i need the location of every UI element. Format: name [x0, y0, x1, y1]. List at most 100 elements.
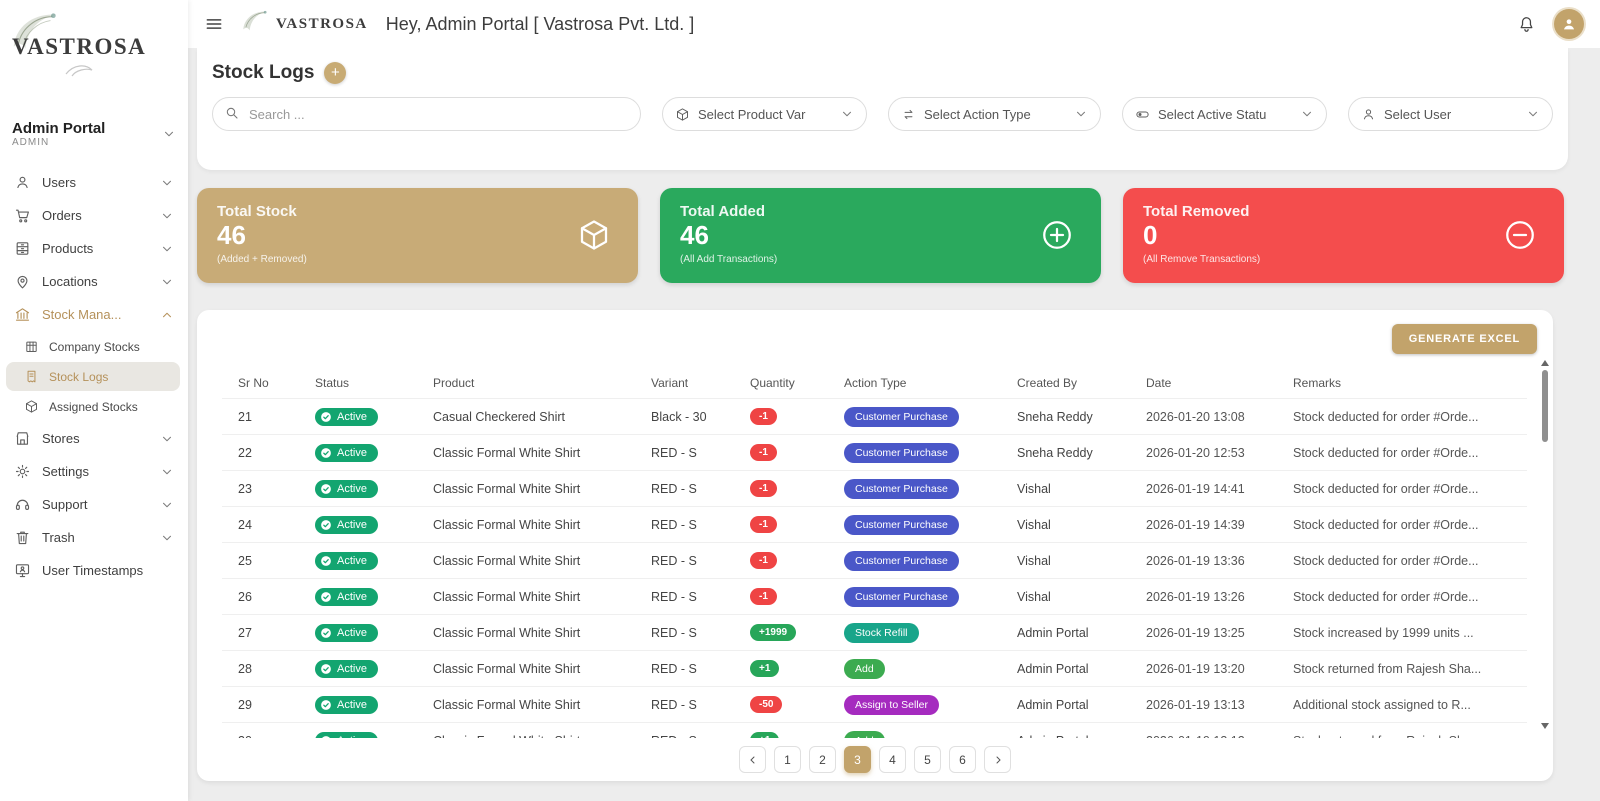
user-avatar[interactable]	[1554, 9, 1584, 39]
hamburger-menu-icon[interactable]	[204, 14, 224, 34]
cell-date: 2026-01-19 13:26	[1138, 578, 1285, 615]
chevron-down-icon	[160, 275, 174, 289]
action-type-pill: Stock Refill	[844, 622, 919, 643]
sidebar-item-stock-management[interactable]: Stock Mana...	[0, 298, 188, 331]
check-circle-icon	[320, 699, 332, 711]
package-icon	[675, 107, 690, 122]
cell-sr-no: 29	[222, 686, 307, 723]
generate-excel-button[interactable]: GENERATE EXCEL	[1391, 324, 1537, 354]
check-circle-icon	[320, 663, 332, 675]
quantity-pill: +1	[750, 660, 780, 677]
cell-sr-no: 21	[222, 398, 307, 435]
sidebar-item-users[interactable]: Users	[0, 166, 188, 199]
select-action-type[interactable]: Select Action Type	[888, 97, 1101, 131]
add-stock-log-button[interactable]: +	[324, 62, 347, 84]
column-header: Variant	[651, 376, 689, 390]
building-icon	[24, 339, 39, 354]
cell-remarks: Additional stock assigned to R...	[1285, 686, 1527, 723]
cell-created-by: Vishal	[1009, 578, 1138, 615]
search-box	[212, 97, 641, 131]
location-pin-icon	[14, 273, 31, 290]
sidebar-item-locations[interactable]: Locations	[0, 265, 188, 298]
table-row: 27 Active Classic Formal White Shirt RED - …	[222, 614, 1527, 651]
status-badge: Active	[315, 551, 378, 570]
scrollbar-down-arrow[interactable]	[1541, 723, 1549, 729]
search-input[interactable]	[212, 97, 641, 131]
cell-created-by: Vishal	[1009, 506, 1138, 543]
notifications-bell-icon[interactable]	[1517, 15, 1536, 34]
sidebar-item-label: Locations	[42, 274, 98, 290]
cell-date: 2026-01-19 13:25	[1138, 614, 1285, 651]
sidebar-item-label: Company Stocks	[49, 339, 140, 354]
cell-product: Classic Formal White Shirt	[425, 686, 643, 723]
stock-logs-table: Sr No Status Product Variant Quantity Action …	[222, 368, 1527, 738]
check-circle-icon	[320, 591, 332, 603]
page-button-6[interactable]: 6	[949, 746, 976, 773]
cell-product: Classic Formal White Shirt	[425, 614, 643, 651]
table-row: 25 Active Classic Formal White Shirt RED - …	[222, 542, 1527, 579]
cell-sr-no: 27	[222, 614, 307, 651]
scrollbar-thumb[interactable]	[1542, 370, 1548, 442]
chevron-down-icon	[1074, 107, 1088, 121]
sidebar-item-products[interactable]: Products	[0, 232, 188, 265]
column-header: Action Type	[844, 376, 907, 390]
cell-variant: RED - S	[643, 686, 742, 723]
column-header: Remarks	[1293, 376, 1342, 390]
header-brand-name: VASTROSA	[276, 15, 368, 32]
sidebar-item-orders[interactable]: Orders	[0, 199, 188, 232]
sidebar-item-user-timestamps[interactable]: User Timestamps	[0, 554, 188, 587]
select-active-status[interactable]: Select Active Statu	[1122, 97, 1327, 131]
table-row: 22 Active Classic Formal White Shirt RED - …	[222, 434, 1527, 471]
action-type-pill: Customer Purchase	[844, 514, 959, 535]
pagination-prev-button[interactable]	[739, 746, 766, 773]
quantity-pill: -1	[750, 480, 777, 497]
sidebar-item-assigned-stocks[interactable]: Assigned Stocks	[6, 392, 180, 421]
check-circle-icon	[320, 735, 332, 738]
stat-title: Total Removed	[1143, 203, 1250, 220]
sidebar-item-support[interactable]: Support	[0, 488, 188, 521]
cell-date: 2026-01-20 13:08	[1138, 398, 1285, 435]
quantity-pill: +1999	[750, 624, 797, 641]
select-user[interactable]: Select User	[1348, 97, 1553, 131]
sidebar-item-stock-logs[interactable]: Stock Logs	[6, 362, 180, 392]
action-type-pill: Assign to Seller	[844, 694, 939, 715]
page-button-3[interactable]: 3	[844, 746, 871, 773]
cell-product: Classic Formal White Shirt	[425, 542, 643, 579]
stat-value: 46	[680, 220, 709, 250]
sidebar-item-settings[interactable]: Settings	[0, 455, 188, 488]
status-badge: Active	[315, 623, 378, 642]
sidebar-profile[interactable]: Admin Portal ADMIN	[0, 110, 188, 162]
page-button-1[interactable]: 1	[774, 746, 801, 773]
brand-swirl-icon	[65, 65, 93, 77]
column-header: Status	[315, 376, 350, 390]
cell-created-by: Admin Portal	[1009, 614, 1138, 651]
cell-product: Classic Formal White Shirt	[425, 506, 643, 543]
stat-subtitle: (All Remove Transactions)	[1143, 254, 1261, 265]
quantity-pill: -1	[750, 588, 777, 605]
pagination-next-button[interactable]	[984, 746, 1011, 773]
page-title: Stock Logs	[212, 62, 315, 83]
monitor-user-icon	[14, 562, 31, 579]
cell-variant: RED - S	[643, 614, 742, 651]
page-button-2[interactable]: 2	[809, 746, 836, 773]
cell-product: Casual Checkered Shirt	[425, 398, 643, 435]
page-button-5[interactable]: 5	[914, 746, 941, 773]
cell-sr-no: 26	[222, 578, 307, 615]
select-product-variant[interactable]: Select Product Var	[662, 97, 867, 131]
action-type-pill: Add	[844, 730, 885, 738]
search-icon	[224, 105, 240, 121]
page-button-4[interactable]: 4	[879, 746, 906, 773]
cell-remarks: Stock returned from Rajesh Sha...	[1285, 722, 1527, 738]
quantity-pill: -1	[750, 552, 777, 569]
cell-created-by: Admin Portal	[1009, 686, 1138, 723]
chevron-down-icon	[1526, 107, 1540, 121]
chevron-down-icon	[162, 127, 176, 141]
status-badge: Active	[315, 587, 378, 606]
select-label: Select Active Statu	[1158, 106, 1267, 122]
sidebar-item-trash[interactable]: Trash	[0, 521, 188, 554]
check-circle-icon	[320, 627, 332, 639]
sidebar-item-company-stocks[interactable]: Company Stocks	[6, 332, 180, 361]
scrollbar-up-arrow[interactable]	[1541, 360, 1549, 366]
header-greeting: Hey, Admin Portal [ Vastrosa Pvt. Ltd. ]	[385, 13, 695, 34]
sidebar-item-stores[interactable]: Stores	[0, 422, 188, 455]
